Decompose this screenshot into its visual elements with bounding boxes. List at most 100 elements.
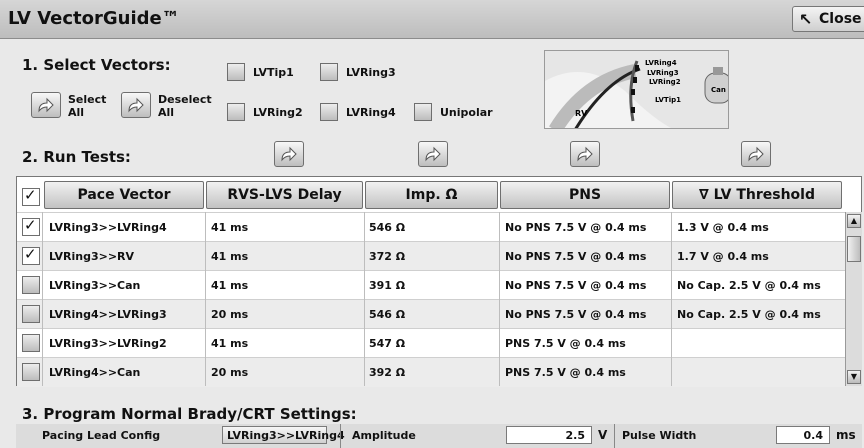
pulse-width-unit: ms [836, 428, 856, 442]
checkmark-icon: ✓ [24, 245, 37, 263]
row-pace-vector: LVRing4>>Can [49, 366, 141, 379]
checkbox-lvtip1-label: LVTip1 [253, 66, 294, 79]
row-pace-vector: LVRing3>>LVRing2 [49, 337, 167, 350]
row-impedance: 391 Ω [369, 279, 406, 292]
window-title: LV VectorGuide™ [8, 8, 180, 29]
column-header-delay[interactable]: RVS-LVS Delay [206, 181, 363, 209]
table-row[interactable]: LVRing4>>Can 20 ms 392 Ω PNS 7.5 V @ 0.4 ms [17, 357, 845, 387]
title-bar: LV VectorGuide™ ↖ Close [0, 0, 864, 39]
column-header-pace-vector[interactable]: Pace Vector [44, 181, 204, 209]
checkbox-lvring2[interactable] [227, 103, 245, 121]
pns-header-label: PNS [568, 187, 602, 203]
row-checkbox[interactable] [22, 305, 40, 323]
diagram-label-lvtip1: LVTip1 [655, 96, 681, 104]
scroll-up-icon[interactable]: ▲ [847, 214, 861, 228]
lv-vectorguide-window: LV VectorGuide™ ↖ Close 1. Select Vector… [0, 0, 864, 448]
select-vectors-heading: 1. Select Vectors: [22, 56, 171, 74]
checkbox-lvring3[interactable] [320, 63, 338, 81]
checkbox-unipolar[interactable] [414, 103, 432, 121]
arrow-right-icon [425, 146, 441, 162]
checkbox-lvtip1[interactable] [227, 63, 245, 81]
checkbox-unipolar-label: Unipolar [440, 106, 493, 119]
row-pns: No PNS 7.5 V @ 0.4 ms [505, 279, 647, 292]
table-row[interactable]: LVRing4>>LVRing3 20 ms 546 Ω No PNS 7.5 V @… [17, 299, 845, 329]
diagram-label-lvring3: LVRing3 [647, 69, 679, 77]
row-checkbox[interactable]: ✓ [22, 216, 40, 236]
arrow-cursor-icon: ↖ [799, 10, 813, 29]
row-checkbox[interactable]: ✓ [22, 245, 40, 265]
arrow-right-icon [577, 146, 593, 162]
row-pns: No PNS 7.5 V @ 0.4 ms [505, 221, 647, 234]
table-row[interactable]: ✓ LVRing3>>RV 41 ms 372 Ω No PNS 7.5 V @ 0.4… [17, 241, 845, 271]
row-lv-threshold: 1.3 V @ 0.4 ms [677, 221, 769, 234]
row-lv-threshold: 1.7 V @ 0.4 ms [677, 250, 769, 263]
row-delay: 20 ms [211, 308, 249, 321]
row-pace-vector: LVRing3>>LVRing4 [49, 221, 167, 234]
diagram-label-lvring2: LVRing2 [649, 78, 681, 86]
scroll-down-icon[interactable]: ▼ [847, 370, 861, 384]
heart-lead-illustration: LVRing4 LVRing3 LVRing2 LVTip1 Can RV [545, 51, 728, 128]
close-label: Close [819, 11, 862, 27]
run-threshold-test-button[interactable] [741, 141, 771, 167]
vector-results-table: ✓ Pace Vector RVS-LVS Delay Imp. Ω PNS ∇… [16, 176, 862, 387]
column-header-impedance[interactable]: Imp. Ω [365, 181, 498, 209]
triangle-down-icon: ∇ [699, 187, 709, 203]
pacing-lead-config-label: Pacing Lead Config [42, 429, 161, 442]
run-tests-heading: 2. Run Tests: [22, 148, 131, 166]
amplitude-label: Amplitude [352, 429, 416, 442]
row-impedance: 372 Ω [369, 250, 406, 263]
close-button[interactable]: ↖ Close [792, 6, 864, 32]
row-delay: 41 ms [211, 250, 249, 263]
lead-position-diagram: LVRing4 LVRing3 LVRing2 LVTip1 Can RV [544, 50, 729, 129]
run-impedance-test-button[interactable] [418, 141, 448, 167]
deselect-all-label: Deselect All [158, 93, 212, 119]
table-row[interactable]: ✓ LVRing3>>LVRing4 41 ms 546 Ω No PNS 7.5 V … [17, 212, 845, 242]
checkbox-lvring4-label: LVRing4 [346, 106, 396, 119]
row-pns: PNS 7.5 V @ 0.4 ms [505, 366, 626, 379]
row-pace-vector: LVRing4>>LVRing3 [49, 308, 167, 321]
lv-threshold-header-label: LV Threshold [713, 187, 815, 203]
row-checkbox[interactable] [22, 363, 40, 381]
row-pns: No PNS 7.5 V @ 0.4 ms [505, 308, 647, 321]
row-pace-vector: LVRing3>>Can [49, 279, 141, 292]
diagram-label-rv: RV [575, 109, 588, 118]
pulse-width-input[interactable]: 0.4 [776, 426, 830, 444]
select-all-button[interactable] [31, 92, 61, 118]
table-row[interactable]: LVRing3>>Can 41 ms 391 Ω No PNS 7.5 V @ 0.4… [17, 270, 845, 300]
select-all-rows-checkbox[interactable]: ✓ [22, 186, 40, 206]
arrow-right-icon [748, 146, 764, 162]
checkmark-icon: ✓ [24, 216, 37, 234]
row-impedance: 546 Ω [369, 308, 406, 321]
table-scrollbar[interactable]: ▲ ▼ [845, 212, 862, 386]
arrow-right-icon [281, 146, 297, 162]
row-pace-vector: LVRing3>>RV [49, 250, 135, 263]
checkbox-lvring2-label: LVRing2 [253, 106, 303, 119]
pacing-lead-config-select[interactable]: LVRing3>>LVRing4 [222, 426, 345, 444]
row-impedance: 392 Ω [369, 366, 406, 379]
row-pns: No PNS 7.5 V @ 0.4 ms [505, 250, 647, 263]
diagram-label-lvring4: LVRing4 [645, 59, 677, 67]
run-delay-test-button[interactable] [274, 141, 304, 167]
arrow-right-icon [38, 97, 54, 113]
program-settings-heading: 3. Program Normal Brady/CRT Settings: [22, 405, 357, 423]
run-pns-test-button[interactable] [570, 141, 600, 167]
row-delay: 41 ms [211, 221, 249, 234]
checkbox-lvring4[interactable] [320, 103, 338, 121]
checkbox-lvring3-label: LVRing3 [346, 66, 396, 79]
scroll-thumb[interactable] [847, 236, 861, 262]
column-header-lv-threshold[interactable]: ∇ LV Threshold [672, 181, 842, 209]
table-row[interactable]: LVRing3>>LVRing2 41 ms 547 Ω PNS 7.5 V @ 0.… [17, 328, 845, 358]
row-checkbox[interactable] [22, 334, 40, 352]
column-header-pns[interactable]: PNS [500, 181, 670, 209]
row-pns: PNS 7.5 V @ 0.4 ms [505, 337, 626, 350]
diagram-label-can: Can [711, 86, 726, 94]
row-lv-threshold: No Cap. 2.5 V @ 0.4 ms [677, 279, 821, 292]
row-delay: 41 ms [211, 337, 249, 350]
row-impedance: 547 Ω [369, 337, 406, 350]
amplitude-input[interactable]: 2.5 [506, 426, 592, 444]
amplitude-unit: V [598, 428, 608, 442]
pulse-width-label: Pulse Width [622, 429, 697, 442]
row-checkbox[interactable] [22, 276, 40, 294]
deselect-all-button[interactable] [121, 92, 151, 118]
row-lv-threshold: No Cap. 2.5 V @ 0.4 ms [677, 308, 821, 321]
